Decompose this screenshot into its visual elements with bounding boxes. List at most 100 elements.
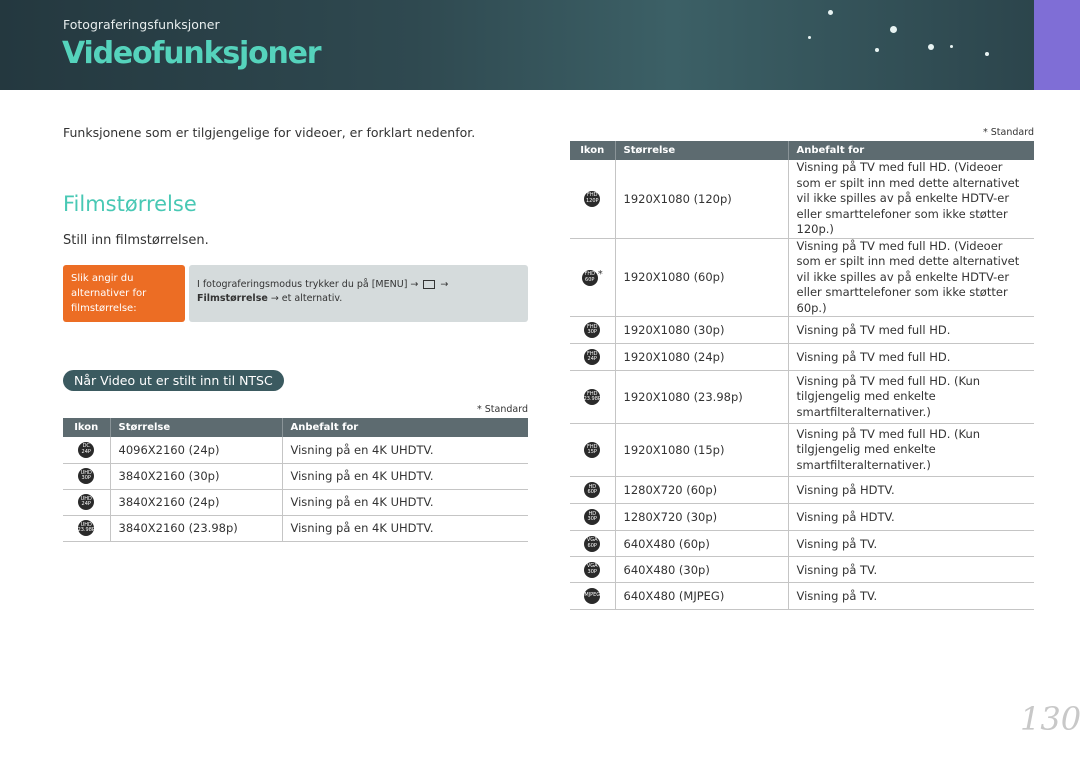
step-text: Still inn filmstørrelsen.	[63, 233, 209, 248]
movie-size-icon: VGA 60P	[584, 535, 601, 552]
intro-text: Funksjonene som er tilgjengelige for vid…	[63, 125, 476, 140]
icon-cell: FHD 24P	[570, 343, 615, 371]
recommended-cell: Visning på TV med full HD. (Kun tilgjeng…	[787, 423, 1034, 477]
sparkle-decoration	[928, 44, 934, 50]
size-cell: 1920X1080 (30p)	[614, 316, 788, 344]
table-row: VGA 60P 640X480 (60p) Visning på TV.	[570, 530, 1034, 557]
icon-cell: UHD 30P	[63, 463, 110, 490]
table-header-row: Ikon Størrelse Anbefalt for	[570, 141, 1034, 160]
movie-size-icon: UHD 23.98P	[78, 520, 95, 536]
icon-cell: FHD 30P	[570, 316, 615, 344]
movie-size-icon: FHD 30P	[584, 322, 601, 338]
movie-size-icon: HD 30P	[584, 509, 601, 525]
size-cell: 1280X720 (60p)	[614, 476, 788, 504]
size-cell: 640X480 (30p)	[614, 556, 788, 583]
standard-note-right: * Standard	[983, 127, 1034, 138]
column-header-icon: Ikon	[570, 141, 615, 160]
recommended-cell: Visning på TV med full HD. (Videoer som …	[787, 160, 1034, 239]
video-menu-icon	[423, 280, 436, 289]
icon-cell: FHD 23.98P	[570, 370, 615, 424]
size-cell: 3840X2160 (23.98p)	[109, 515, 282, 542]
icon-cell: UHD 24P	[63, 489, 110, 516]
movie-size-icon: VGA 30P	[584, 561, 601, 578]
column-header-size: Størrelse	[109, 418, 282, 437]
movie-size-icon: UHD 24P	[78, 494, 95, 510]
table-row: UHD 30P 3840X2160 (30p) Visning på en 4K UH…	[63, 463, 528, 490]
section-title: Filmstørrelse	[63, 192, 197, 216]
howto-label: Slik angir du alternativer for filmstørr…	[63, 265, 185, 322]
table-row: DC 24P 4096X2160 (24p) Visning på en 4K UHD…	[63, 437, 528, 464]
table-body: FHD 120P 1920X1080 (120p) Visning på TV med…	[570, 160, 1034, 610]
default-marker: *	[597, 268, 603, 280]
table-row: VGA 30P 640X480 (30p) Visning på TV.	[570, 556, 1034, 583]
table-row: HD 60P 1280X720 (60p) Visning på HDTV.	[570, 476, 1034, 504]
howto-text-after: → et alternativ.	[267, 293, 343, 304]
icon-cell: VGA 60P	[570, 530, 615, 557]
recommended-cell: Visning på TV med full HD. (Videoer som …	[787, 238, 1034, 317]
movie-size-icon: FHD 24P	[584, 349, 601, 365]
size-cell: 640X480 (MJPEG)	[614, 582, 788, 610]
column-header-size: Størrelse	[614, 141, 788, 160]
howto-bold-term: Filmstørrelse	[197, 293, 268, 304]
size-cell: 1920X1080 (15p)	[614, 423, 788, 477]
page-title: Videofunksjoner	[62, 36, 322, 71]
table-row: FHD 23.98P 1920X1080 (23.98p) Visning på TV…	[570, 370, 1034, 424]
size-cell: 3840X2160 (30p)	[109, 463, 282, 490]
recommended-cell: Visning på TV med full HD.	[787, 316, 1034, 344]
howto-box: Slik angir du alternativer for filmstørr…	[63, 265, 528, 322]
table-row: FHD 120P 1920X1080 (120p) Visning på TV med…	[570, 160, 1034, 239]
table-row: HD 30P 1280X720 (30p) Visning på HDTV.	[570, 503, 1034, 531]
page-header-banner: Fotograferingsfunksjoner Videofunksjoner	[0, 0, 1034, 90]
recommended-cell: Visning på en 4K UHDTV.	[281, 515, 528, 542]
movie-size-icon: UHD 30P	[78, 468, 95, 484]
sparkle-decoration	[808, 36, 811, 39]
table-body: DC 24P 4096X2160 (24p) Visning på en 4K UHD…	[63, 437, 528, 542]
size-cell: 1920X1080 (23.98p)	[614, 370, 788, 424]
table-row: FHD 60P * 1920X1080 (60p) Visning på TV med …	[570, 238, 1034, 317]
table-row: FHD 24P 1920X1080 (24p) Visning på TV med f…	[570, 343, 1034, 371]
recommended-cell: Visning på HDTV.	[787, 476, 1034, 504]
movie-size-icon: FHD 120P	[584, 190, 601, 207]
sparkle-decoration	[985, 52, 989, 56]
movie-size-icon: MJPEG	[584, 588, 601, 604]
table-header-row: Ikon Størrelse Anbefalt for	[63, 418, 528, 437]
breadcrumb: Fotograferingsfunksjoner	[63, 17, 220, 32]
size-cell: 640X480 (60p)	[614, 530, 788, 557]
size-cell: 1920X1080 (120p)	[614, 160, 788, 239]
table-row: FHD 15P 1920X1080 (15p) Visning på TV med f…	[570, 423, 1034, 477]
table-row: UHD 24P 3840X2160 (24p) Visning på en 4K UH…	[63, 489, 528, 516]
page-number: 130	[1020, 700, 1080, 738]
icon-cell: HD 30P	[570, 503, 615, 531]
standard-note-left: * Standard	[477, 404, 528, 415]
table-row: MJPEG 640X480 (MJPEG) Visning på TV.	[570, 582, 1034, 610]
recommended-cell: Visning på TV med full HD. (Kun tilgjeng…	[787, 370, 1034, 424]
recommended-cell: Visning på TV.	[787, 582, 1034, 610]
recommended-cell: Visning på TV.	[787, 530, 1034, 557]
movie-size-icon: FHD 60P	[581, 269, 598, 286]
icon-cell: FHD 120P	[570, 160, 615, 239]
sparkle-decoration	[950, 45, 953, 48]
size-cell: 1920X1080 (60p)	[614, 238, 788, 317]
movie-size-table: Ikon Størrelse Anbefalt for FHD 120P 1920X…	[570, 141, 1034, 610]
howto-text-arrow: →	[437, 279, 449, 290]
column-header-recommended: Anbefalt for	[787, 141, 1034, 160]
ntsc-heading: Når Video ut er stilt inn til NTSC	[63, 370, 284, 391]
sparkle-decoration	[875, 48, 879, 52]
recommended-cell: Visning på en 4K UHDTV.	[281, 463, 528, 490]
sparkle-decoration	[828, 10, 833, 15]
icon-cell: HD 60P	[570, 476, 615, 504]
ntsc-size-table: Ikon Størrelse Anbefalt for DC 24P 4096X21…	[63, 418, 528, 542]
movie-size-icon: DC 24P	[78, 441, 95, 458]
chapter-tab	[1034, 0, 1080, 90]
movie-size-icon: HD 60P	[584, 482, 601, 498]
icon-cell: FHD 15P	[570, 423, 615, 477]
table-row: FHD 30P 1920X1080 (30p) Visning på TV med f…	[570, 316, 1034, 344]
icon-cell: VGA 30P	[570, 556, 615, 583]
howto-text-before: I fotograferingsmodus trykker du på [MEN…	[197, 279, 422, 290]
size-cell: 1280X720 (30p)	[614, 503, 788, 531]
recommended-cell: Visning på en 4K UHDTV.	[281, 437, 528, 464]
movie-size-icon: FHD 23.98P	[584, 389, 601, 405]
table-row: UHD 23.98P 3840X2160 (23.98p) Visning på en…	[63, 515, 528, 542]
column-header-recommended: Anbefalt for	[281, 418, 528, 437]
size-cell: 1920X1080 (24p)	[614, 343, 788, 371]
